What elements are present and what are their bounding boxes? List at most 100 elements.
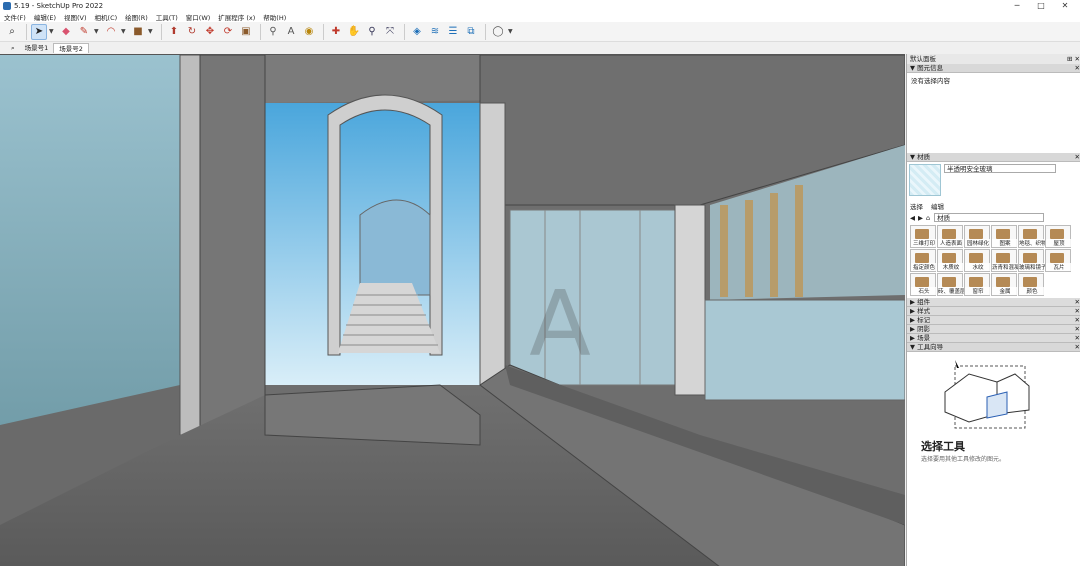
collapsed-panel-header[interactable]: ▶ 阴影 ✕ — [907, 325, 1080, 334]
zoom-icon[interactable]: ⚲ — [364, 24, 380, 40]
material-folder[interactable]: 人造表面 — [937, 225, 964, 248]
material-folder-label: 人造表面 — [938, 239, 964, 247]
paint-icon[interactable]: ◉ — [301, 24, 317, 40]
panel-close-icon[interactable]: ✕ — [1075, 298, 1080, 306]
select-dropdown-icon[interactable]: ▼ — [49, 28, 55, 35]
panel-close-icon[interactable]: ✕ — [1075, 325, 1080, 333]
material-swatch[interactable] — [909, 164, 941, 196]
text-icon[interactable]: A — [283, 24, 299, 40]
select-icon[interactable]: ➤ — [31, 23, 47, 40]
search-icon[interactable]: ⌕ — [4, 24, 20, 40]
collapsed-panel-header[interactable]: ▶ 组件 ✕ — [907, 298, 1080, 307]
zoom-extents-icon[interactable]: ⤧ — [382, 24, 398, 40]
folder-icon — [915, 229, 929, 239]
material-folder[interactable]: 屋顶 — [1045, 225, 1072, 248]
menu-view[interactable]: 视图(V) — [64, 12, 87, 22]
rectangle-dropdown-icon[interactable]: ▼ — [148, 28, 154, 35]
menu-tools[interactable]: 工具(T) — [156, 12, 178, 22]
house-selection-illustration — [944, 360, 1030, 429]
material-folder[interactable]: 指定颜色 — [910, 249, 937, 272]
menu-draw[interactable]: 绘图(R) — [125, 12, 148, 22]
material-folder[interactable]: 地毯、织物 — [1018, 225, 1045, 248]
material-name-field[interactable]: 半透明安全玻璃 — [944, 164, 1056, 173]
section-icon[interactable]: ◈ — [409, 24, 425, 40]
material-folder[interactable]: 水纹 — [964, 249, 991, 272]
panel-close-icon[interactable]: ✕ — [1075, 153, 1080, 161]
rectangle-icon[interactable]: ■ — [130, 24, 146, 40]
collapsed-panel-header[interactable]: ▶ 标记 ✕ — [907, 316, 1080, 325]
instructor-tool-name: 选择工具 — [921, 440, 965, 453]
back-icon[interactable]: ◀ — [910, 214, 915, 222]
toolbar-divider — [26, 23, 27, 40]
material-folder-label: 沥青和混凝土 — [992, 263, 1018, 271]
entity-info-header[interactable]: ▼ 图元信息 ✕ — [907, 64, 1080, 73]
material-folder[interactable]: 玻璃和镜子 — [1018, 249, 1045, 272]
forward-icon[interactable]: ▶ — [918, 214, 923, 222]
panel-close-icon[interactable]: ✕ — [1075, 64, 1080, 72]
material-folder[interactable]: 木质纹 — [937, 249, 964, 272]
pencil-dropdown-icon[interactable]: ▼ — [94, 28, 100, 35]
tab-scene-2[interactable]: 场景号2 — [53, 42, 89, 53]
account-dropdown-icon[interactable]: ▼ — [508, 28, 514, 35]
arc-icon[interactable]: ◠ — [103, 24, 119, 40]
material-folder[interactable]: 园林绿化 — [964, 225, 991, 248]
scene-search-icon[interactable]: ⌕ — [6, 43, 20, 53]
followme-icon[interactable]: ↻ — [184, 24, 200, 40]
scale-icon[interactable]: ▣ — [238, 24, 254, 40]
entity-info-body: 没有选择内容 — [907, 73, 1080, 153]
tab-scene-1[interactable]: 场景号1 — [20, 43, 54, 53]
material-folder[interactable]: 金属 — [991, 273, 1018, 296]
menu-edit[interactable]: 编辑(E) — [34, 12, 56, 22]
toolbar-divider — [323, 23, 324, 40]
pencil-icon[interactable]: ✎ — [76, 24, 92, 40]
close-button[interactable]: ✕ — [1048, 0, 1080, 12]
material-folder[interactable]: 石头 — [910, 273, 937, 296]
section-display-icon[interactable]: ☰ — [445, 24, 461, 40]
material-folder[interactable]: 窗帘 — [964, 273, 991, 296]
menu-window[interactable]: 窗口(W) — [186, 12, 211, 22]
menu-extensions[interactable]: 扩展程序 (x) — [218, 12, 255, 22]
menu-help[interactable]: 帮助(H) — [263, 12, 286, 22]
section-cut-icon[interactable]: ⧉ — [463, 24, 479, 40]
move-icon[interactable]: ✥ — [202, 24, 218, 40]
panel-close-icon[interactable]: ✕ — [1075, 334, 1080, 342]
tab-edit[interactable]: 编辑 — [931, 201, 944, 211]
collapsed-panel-header[interactable]: ▶ 场景 ✕ — [907, 334, 1080, 343]
pan-icon[interactable]: ✋ — [346, 24, 362, 40]
folder-icon — [915, 277, 929, 287]
menu-file[interactable]: 文件(F) — [4, 12, 26, 22]
toolbar-divider — [260, 23, 261, 40]
rotate-icon[interactable]: ⟳ — [220, 24, 236, 40]
menu-camera[interactable]: 相机(C) — [95, 12, 118, 22]
arc-dropdown-icon[interactable]: ▼ — [121, 28, 127, 35]
collapsed-panel-header[interactable]: ▶ 样式 ✕ — [907, 307, 1080, 316]
collapsed-panel-title: 场景 — [917, 334, 931, 342]
tab-select[interactable]: 选择 — [910, 201, 923, 211]
materials-header[interactable]: ▼ 材质 ✕ — [907, 153, 1080, 162]
eraser-icon[interactable]: ◆ — [58, 24, 74, 40]
pushpull-icon[interactable]: ⬆ — [166, 24, 182, 40]
account-icon[interactable]: ◯ — [490, 24, 506, 40]
collapsed-panel-title: 组件 — [917, 298, 931, 306]
tape-icon[interactable]: ⚲ — [265, 24, 281, 40]
orbit-icon[interactable]: ✚ — [328, 24, 344, 40]
material-folder[interactable]: 三维打印 — [910, 225, 937, 248]
panel-close-icon[interactable]: ✕ — [1075, 343, 1080, 351]
material-folder[interactable]: 图案 — [991, 225, 1018, 248]
instructor-header[interactable]: ▼ 工具向导 ✕ — [907, 343, 1080, 352]
material-library-select[interactable]: 材质 — [934, 213, 1045, 222]
panel-close-icon[interactable]: ✕ — [1075, 307, 1080, 315]
material-folder[interactable]: 颜色 — [1018, 273, 1045, 296]
material-folder[interactable]: 沥青和混凝土 — [991, 249, 1018, 272]
collapsed-panels: ▶ 组件 ✕ ▶ 样式 ✕ ▶ 标记 ✕ ▶ 阴影 ✕ ▶ 场景 ✕ — [907, 298, 1080, 343]
material-folder[interactable]: 砖、覆盖层 — [937, 273, 964, 296]
model-viewport[interactable]: A — [0, 54, 905, 566]
folder-icon — [942, 229, 956, 239]
section-fill-icon[interactable]: ≋ — [427, 24, 443, 40]
home-icon[interactable]: ⌂ — [926, 214, 930, 222]
collapsed-panel-title: 标记 — [917, 316, 931, 324]
toolbar-divider — [485, 23, 486, 40]
panel-close-icon[interactable]: ✕ — [1075, 316, 1080, 324]
material-folder[interactable]: 瓦片 — [1045, 249, 1072, 272]
tray-pin-icon[interactable]: ⊞ ✕ — [1067, 54, 1080, 64]
